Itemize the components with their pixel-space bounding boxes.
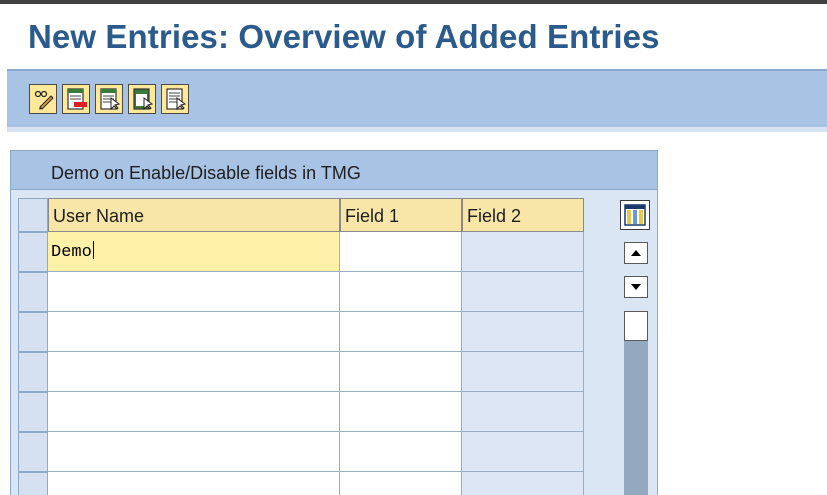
user-name-input[interactable]: Demo bbox=[48, 232, 340, 272]
table-title-bar: Demo on Enable/Disable fields in TMG bbox=[10, 150, 658, 190]
column-header-field-2[interactable]: Field 2 bbox=[462, 198, 584, 232]
toolbar-bottom-strip bbox=[7, 127, 827, 132]
scrollbar-thumb[interactable] bbox=[624, 311, 648, 341]
application-toolbar bbox=[7, 69, 827, 129]
select-block-icon bbox=[133, 88, 154, 110]
field-2-cell bbox=[462, 432, 584, 472]
scroll-down-button[interactable] bbox=[624, 276, 648, 298]
delete-button[interactable] bbox=[62, 84, 90, 114]
field-1-input[interactable] bbox=[340, 392, 462, 432]
column-settings-button[interactable] bbox=[620, 200, 650, 230]
delete-row-icon bbox=[67, 88, 87, 110]
select-all-corner[interactable] bbox=[18, 198, 48, 232]
deselect-all-icon bbox=[166, 88, 187, 110]
user-name-input[interactable] bbox=[48, 272, 340, 312]
table-title: Demo on Enable/Disable fields in TMG bbox=[51, 163, 361, 183]
row-selector[interactable] bbox=[18, 272, 48, 312]
scroll-down-icon bbox=[631, 284, 641, 290]
page-title: New Entries: Overview of Added Entries bbox=[28, 18, 660, 55]
user-name-input[interactable] bbox=[48, 312, 340, 352]
user-name-input[interactable] bbox=[48, 392, 340, 432]
scroll-up-button[interactable] bbox=[624, 242, 648, 264]
field-2-cell bbox=[462, 272, 584, 312]
row-selector[interactable] bbox=[18, 352, 48, 392]
field-2-cell bbox=[462, 472, 584, 495]
row-selector[interactable] bbox=[18, 312, 48, 352]
field-2-cell bbox=[462, 352, 584, 392]
select-all-button[interactable] bbox=[95, 84, 123, 114]
select-block-button[interactable] bbox=[128, 84, 156, 114]
field-1-input[interactable] bbox=[340, 352, 462, 392]
field-2-cell bbox=[462, 312, 584, 352]
row-selector[interactable] bbox=[18, 232, 48, 272]
scroll-up-icon bbox=[631, 250, 641, 256]
pencil-glasses-icon bbox=[34, 90, 54, 110]
row-selector[interactable] bbox=[18, 472, 48, 495]
text-cursor bbox=[92, 241, 94, 259]
column-header-field-1[interactable]: Field 1 bbox=[340, 198, 462, 232]
column-header-user-name[interactable]: User Name bbox=[48, 198, 340, 232]
user-name-value: Demo bbox=[51, 243, 92, 262]
field-2-cell bbox=[462, 232, 584, 272]
user-name-input[interactable] bbox=[48, 472, 340, 495]
field-1-input[interactable] bbox=[340, 432, 462, 472]
field-2-cell bbox=[462, 392, 584, 432]
field-1-input[interactable] bbox=[340, 312, 462, 352]
field-1-input[interactable] bbox=[340, 472, 462, 495]
deselect-all-button[interactable] bbox=[161, 84, 189, 114]
change-display-button[interactable] bbox=[29, 84, 57, 114]
row-selector[interactable] bbox=[18, 392, 48, 432]
field-1-input[interactable] bbox=[340, 272, 462, 312]
select-all-icon bbox=[100, 88, 121, 110]
row-selector[interactable] bbox=[18, 432, 48, 472]
field-1-input[interactable] bbox=[340, 232, 462, 272]
column-settings-icon bbox=[624, 204, 646, 226]
top-border bbox=[0, 0, 827, 4]
user-name-input[interactable] bbox=[48, 432, 340, 472]
user-name-input[interactable] bbox=[48, 352, 340, 392]
